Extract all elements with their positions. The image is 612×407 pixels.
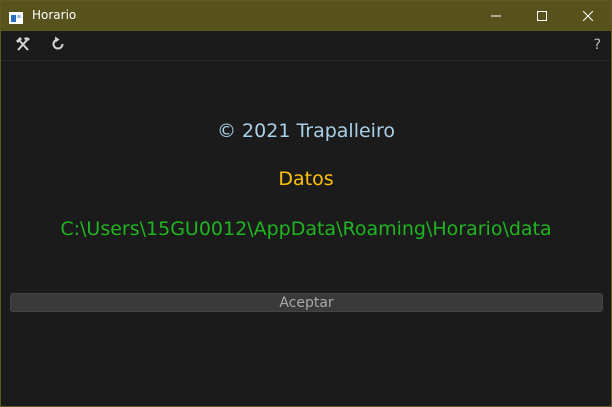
data-path-link[interactable]: C:\Users\15GU0012\AppData\Roaming\Horari… (1, 218, 611, 240)
minimize-button[interactable] (473, 1, 519, 31)
maximize-button[interactable] (519, 1, 565, 31)
window-title: Horario (32, 8, 77, 22)
close-button[interactable] (565, 1, 611, 31)
title-bar[interactable]: Horario (1, 1, 611, 31)
refresh-button[interactable] (49, 36, 67, 56)
tools-button[interactable] (14, 37, 32, 55)
hammer-pick-icon (15, 36, 31, 56)
help-button[interactable]: ? (594, 37, 601, 53)
maximize-icon (537, 11, 547, 21)
toolbar: ? (1, 31, 611, 61)
refresh-icon (50, 36, 66, 56)
copyright-text: © 2021 Trapalleiro (217, 120, 395, 142)
app-window-icon (9, 9, 23, 24)
minimize-icon (491, 11, 501, 21)
horario-window: Horario ? © 2021 Trapalleiro Datos C:\Us… (0, 0, 612, 407)
accept-button[interactable]: Aceptar (10, 293, 603, 312)
data-heading: Datos (278, 168, 334, 190)
close-icon (583, 11, 593, 21)
